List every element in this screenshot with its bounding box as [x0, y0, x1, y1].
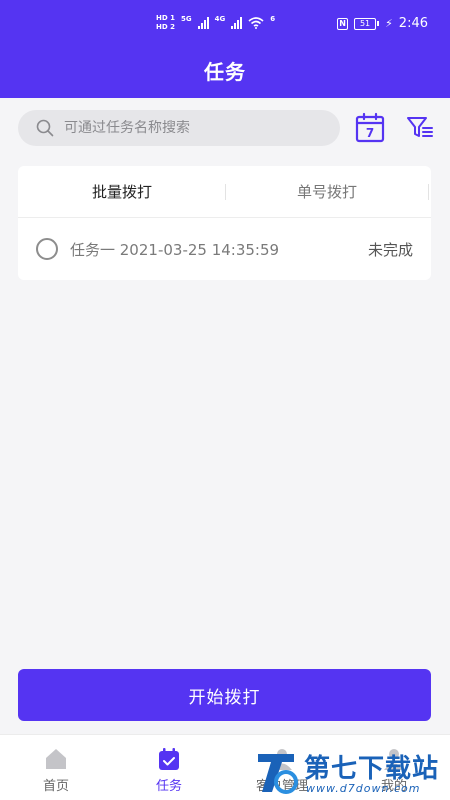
- app-header: HD 1 HD 2 5G 4G 6 N 51 ⚡ 2:46 任务: [0, 0, 450, 98]
- calendar-button[interactable]: 7: [354, 112, 386, 144]
- nav-item-task[interactable]: 任务: [129, 735, 209, 800]
- hd1-label: HD 1: [156, 14, 175, 22]
- signal-bars-icon: [231, 16, 243, 29]
- battery-level: 51: [354, 17, 377, 30]
- watermark-text: 第七下载站: [304, 754, 440, 784]
- task-radio[interactable]: [36, 238, 58, 260]
- task-card: 批量拨打 单号拨打 任务一 2021-03-25 14:35:59 未完成: [18, 166, 431, 280]
- task-row[interactable]: 任务一 2021-03-25 14:35:59 未完成: [18, 218, 431, 280]
- network-4g-label: 4G: [214, 14, 226, 23]
- tab-divider: [428, 184, 429, 200]
- nav-label: 首页: [42, 779, 69, 794]
- clock: 2:46: [398, 16, 428, 31]
- charging-icon: ⚡: [385, 17, 393, 30]
- tab-batch-call[interactable]: 批量拨打: [22, 166, 222, 218]
- nav-label: 任务: [155, 779, 182, 794]
- tab-single-call[interactable]: 单号拨打: [227, 166, 427, 218]
- wifi-icon: [248, 16, 264, 29]
- watermark-emblem-icon: [258, 754, 298, 794]
- battery-icon: 51: [354, 17, 380, 30]
- filter-button[interactable]: [406, 114, 434, 142]
- nav-item-home[interactable]: 首页: [16, 735, 96, 800]
- network-5g-label: 5G: [180, 14, 192, 23]
- filter-icon: [407, 117, 433, 137]
- signal-bars-icon: [197, 16, 209, 29]
- task-status: 未完成: [367, 241, 413, 259]
- task-name: 任务一 2021-03-25 14:35:59: [70, 241, 280, 259]
- watermark-url: www.d7down.com: [306, 782, 421, 795]
- nfc-icon: N: [337, 17, 349, 30]
- task-calendar-icon: [159, 748, 179, 770]
- search-bar[interactable]: [18, 110, 340, 146]
- calendar-icon: 7: [355, 112, 385, 143]
- wifi-version-label: 6: [270, 14, 276, 23]
- hd2-label: HD 2: [156, 23, 175, 31]
- status-bar: HD 1 HD 2 5G 4G 6 N 51 ⚡ 2:46: [0, 0, 450, 44]
- start-dialing-button[interactable]: 开始拨打: [18, 669, 431, 721]
- signal-group: HD 1 HD 2 5G 4G 6: [156, 14, 275, 31]
- call-mode-tabs: 批量拨打 单号拨打: [18, 166, 431, 218]
- watermark-logo: 第七下载站 www.d7down.com: [254, 744, 450, 800]
- page-title: 任务: [204, 60, 246, 84]
- calendar-day: 7: [366, 126, 374, 140]
- home-icon: [46, 749, 66, 769]
- tab-divider: [225, 184, 226, 200]
- search-icon: [36, 119, 54, 137]
- search-input[interactable]: [64, 120, 304, 136]
